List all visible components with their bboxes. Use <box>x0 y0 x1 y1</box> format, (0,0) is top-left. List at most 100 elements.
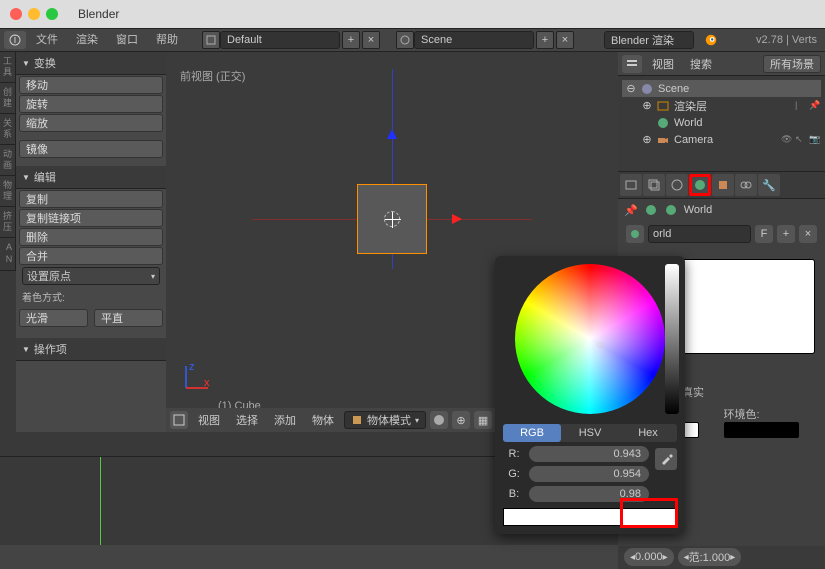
world-icon <box>656 116 670 130</box>
scene-add-icon[interactable]: + <box>536 31 554 49</box>
tab-hex[interactable]: Hex <box>619 424 677 442</box>
add-world-icon[interactable]: + <box>777 225 795 243</box>
prop-world-icon[interactable] <box>689 174 711 196</box>
duplicate-linked-button[interactable]: 复制链接项 <box>19 209 163 227</box>
color-cursor-icon[interactable] <box>597 342 603 348</box>
unlink-world-icon[interactable]: × <box>799 225 817 243</box>
close-icon[interactable] <box>10 8 22 20</box>
scene-browse-icon[interactable] <box>396 31 414 49</box>
set-origin-label: 设置原点 <box>27 268 71 284</box>
outliner-view[interactable]: 视图 <box>646 56 680 72</box>
tab-animation[interactable]: 动画 <box>0 145 16 176</box>
breadcrumb-world: World <box>684 204 713 216</box>
tab-physics[interactable]: 物理 <box>0 176 16 207</box>
prop-modifiers-icon[interactable]: 🔧 <box>758 174 780 196</box>
layout-remove-icon[interactable]: × <box>362 31 380 49</box>
maximize-icon[interactable] <box>46 8 58 20</box>
shade-flat-button[interactable]: 平直 <box>94 309 163 327</box>
prop-render-icon[interactable] <box>620 174 642 196</box>
browse-world-icon[interactable] <box>626 225 644 243</box>
shading-mode-icon[interactable] <box>430 411 448 429</box>
transform-header[interactable]: ▼变换 <box>16 52 166 75</box>
layout-browse-icon[interactable] <box>202 31 220 49</box>
edit-title: 编辑 <box>34 169 56 185</box>
outliner-row-camera[interactable]: ⊕ Camera 👁↖📷 <box>622 131 821 148</box>
outliner-world-label: World <box>674 117 703 129</box>
outliner-search[interactable]: 搜索 <box>684 56 718 72</box>
eyedropper-icon[interactable] <box>655 448 677 470</box>
tab-rgb[interactable]: RGB <box>503 424 561 442</box>
cursor-icon[interactable]: ↖ <box>795 134 807 146</box>
menu-window[interactable]: 窗口 <box>108 28 146 52</box>
menu-help[interactable]: 帮助 <box>148 28 186 52</box>
tab-hsv[interactable]: HSV <box>561 424 619 442</box>
world-name-field[interactable]: orld <box>648 225 751 243</box>
prop-renderlayers-icon[interactable] <box>643 174 665 196</box>
playhead[interactable] <box>100 457 101 545</box>
outliner-filter-dd[interactable]: 所有场景 <box>763 55 821 73</box>
pin-icon[interactable]: 📌 <box>624 204 638 217</box>
render-engine-dropdown[interactable]: Blender 渲染 <box>604 31 694 49</box>
outliner-row-renderlayers[interactable]: ⊕ 渲染层 |📌 <box>622 97 821 114</box>
tab-greasepencil[interactable]: 挤压 <box>0 207 16 238</box>
minimize-icon[interactable] <box>28 8 40 20</box>
outliner-row-scene[interactable]: ⊖ Scene <box>622 80 821 97</box>
render-icon[interactable]: 📷 <box>809 134 821 146</box>
outliner[interactable]: ⊖ Scene ⊕ 渲染层 |📌 World ⊕ Camera 👁↖📷 <box>618 76 825 171</box>
x-manipulator-icon[interactable] <box>452 214 467 224</box>
eye-icon[interactable]: 👁 <box>781 134 793 146</box>
prop-object-icon[interactable] <box>712 174 734 196</box>
g-field[interactable]: 0.954 <box>529 466 649 482</box>
outliner-type-icon[interactable] <box>622 55 642 73</box>
layers-icon[interactable]: ▦ <box>474 411 492 429</box>
edit-header[interactable]: ▼编辑 <box>16 166 166 189</box>
fake-user-button[interactable]: F <box>755 225 773 243</box>
tab-tools[interactable]: 工具 <box>0 52 16 83</box>
tab-create[interactable]: 创建 <box>0 83 16 114</box>
join-button[interactable]: 合并 <box>19 247 163 265</box>
ambient-color-swatch[interactable] <box>724 422 799 438</box>
rotate-button[interactable]: 旋转 <box>19 95 163 113</box>
world-name: orld <box>653 228 671 240</box>
g-value: 0.954 <box>613 468 641 480</box>
vh-add[interactable]: 添加 <box>268 412 302 428</box>
vh-select[interactable]: 选择 <box>230 412 264 428</box>
pin-icon[interactable]: 📌 <box>809 100 821 112</box>
scene-dropdown[interactable]: Scene <box>414 31 534 49</box>
color-wheel[interactable] <box>515 264 665 414</box>
color-picker-popup[interactable]: RGB HSV Hex R:0.943 G:0.954 B:0.98 <box>495 256 685 534</box>
z-manipulator-icon[interactable] <box>387 124 397 139</box>
vh-object[interactable]: 物体 <box>306 412 340 428</box>
shade-smooth-button[interactable]: 光滑 <box>19 309 88 327</box>
value-b-field[interactable]: ◂ 范:1.000 ▸ <box>678 548 742 566</box>
layout-dropdown[interactable]: Default <box>220 31 340 49</box>
editor-type-icon[interactable] <box>170 411 188 429</box>
history-header[interactable]: ▼操作项 <box>16 338 166 361</box>
value-slider[interactable] <box>665 264 679 414</box>
window-controls[interactable] <box>10 8 58 20</box>
set-origin-dropdown[interactable]: 设置原点▾ <box>22 267 160 285</box>
r-field[interactable]: 0.943 <box>529 446 649 462</box>
tab-an[interactable]: AN <box>0 238 16 271</box>
world-icon <box>664 203 678 217</box>
vh-view[interactable]: 视图 <box>192 412 226 428</box>
delete-button[interactable]: 删除 <box>19 228 163 246</box>
mirror-button[interactable]: 镜像 <box>19 140 163 158</box>
duplicate-button[interactable]: 复制 <box>19 190 163 208</box>
layout-add-icon[interactable]: + <box>342 31 360 49</box>
menu-file[interactable]: 文件 <box>28 28 66 52</box>
tab-relations[interactable]: 关系 <box>0 114 16 145</box>
prop-constraints-icon[interactable] <box>735 174 757 196</box>
menu-render[interactable]: 渲染 <box>68 28 106 52</box>
scale-button[interactable]: 缩放 <box>19 114 163 132</box>
svg-text:i: i <box>14 34 16 46</box>
mode-dropdown[interactable]: 物体模式▾ <box>344 411 426 429</box>
value-a-field[interactable]: ◂ 0.000 ▸ <box>624 548 674 566</box>
pivot-icon[interactable]: ⊕ <box>452 411 470 429</box>
info-icon[interactable]: i <box>4 31 26 49</box>
svg-text:x: x <box>204 377 210 389</box>
scene-remove-icon[interactable]: × <box>556 31 574 49</box>
translate-button[interactable]: 移动 <box>19 76 163 94</box>
prop-scene-icon[interactable] <box>666 174 688 196</box>
outliner-row-world[interactable]: World <box>622 114 821 131</box>
